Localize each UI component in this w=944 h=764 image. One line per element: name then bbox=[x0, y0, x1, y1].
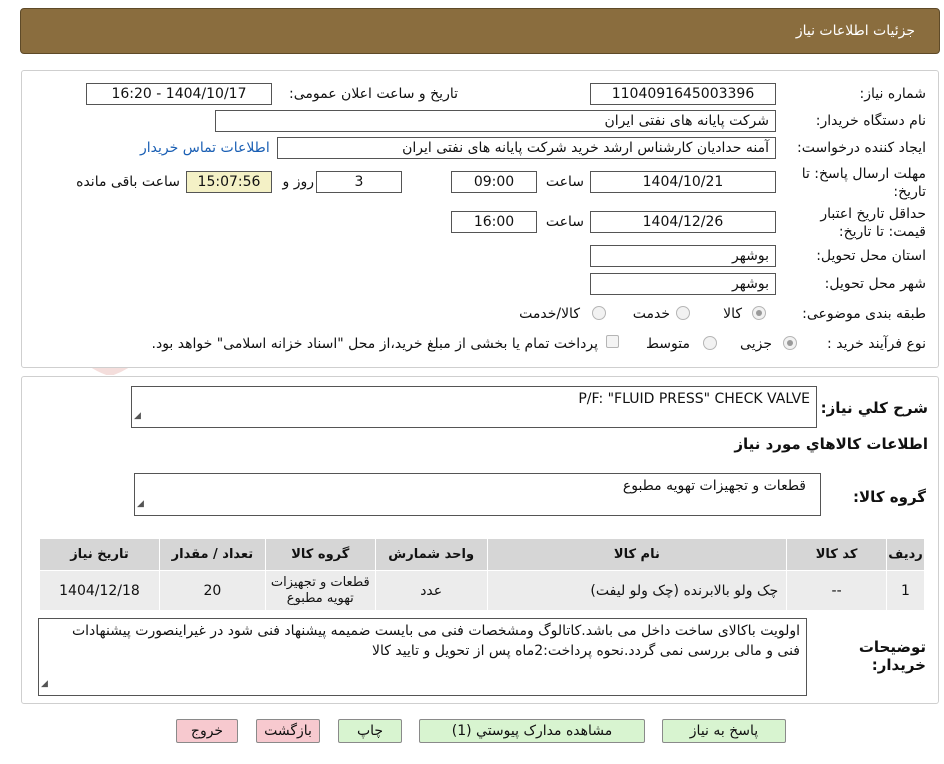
col-quantity: تعداد / مقدار bbox=[158, 538, 266, 571]
city-label: شهر محل تحویل: bbox=[824, 276, 926, 292]
validity-time-label: ساعت bbox=[545, 214, 584, 230]
col-need-date: تاریخ نیاز bbox=[39, 538, 160, 571]
requester-label: ایجاد کننده درخواست: bbox=[797, 140, 926, 156]
treasury-payment-note: پرداخت تمام یا بخشی از مبلغ خرید،از محل … bbox=[151, 336, 598, 352]
process-minor-radio[interactable] bbox=[783, 336, 797, 350]
category-goods-label: کالا bbox=[723, 306, 742, 322]
days-field: 3 bbox=[316, 171, 402, 193]
need-number-field: 1104091645003396 bbox=[590, 83, 776, 105]
validity-time-field: 16:00 bbox=[451, 211, 537, 233]
category-both-radio[interactable] bbox=[592, 306, 606, 320]
process-medium-radio[interactable] bbox=[703, 336, 717, 350]
summary-field: P/F: "FLUID PRESS" CHECK VALVE ◢ bbox=[131, 386, 817, 428]
col-goods-code: کد کالا bbox=[786, 538, 888, 571]
province-label: استان محل تحویل: bbox=[816, 248, 926, 264]
city-field: بوشهر bbox=[590, 273, 776, 295]
category-service-radio[interactable] bbox=[676, 306, 690, 320]
cell-row-number: 1 bbox=[886, 570, 925, 611]
category-both-label: کالا/خدمت bbox=[519, 306, 580, 322]
resize-grip-icon: ◢ bbox=[134, 411, 141, 421]
table-row: 1 -- چک ولو بالابرنده (چک ولو لیفت) عدد … bbox=[39, 570, 925, 611]
goods-group-text: قطعات و تجهیزات تهویه مطبوع bbox=[622, 478, 806, 494]
need-number-label: شماره نیاز: bbox=[859, 86, 927, 102]
cell-goods-name: چک ولو بالابرنده (چک ولو لیفت) bbox=[486, 570, 788, 611]
announce-label: تاریخ و ساعت اعلان عمومی: bbox=[289, 86, 458, 102]
summary-text: P/F: "FLUID PRESS" CHECK VALVE bbox=[578, 391, 810, 407]
buyer-contact-link[interactable]: اطلاعات تماس خریدار bbox=[140, 140, 270, 156]
buyer-notes-label-2: خریدار: bbox=[871, 656, 926, 674]
print-button[interactable]: چاپ bbox=[338, 719, 402, 743]
resize-grip-icon: ◢ bbox=[137, 499, 144, 509]
col-unit: واحد شمارش bbox=[374, 538, 488, 571]
province-field: بوشهر bbox=[590, 245, 776, 267]
deadline-label-2: تاریخ: bbox=[893, 184, 926, 200]
goods-table: ردیف کد کالا نام کالا واحد شمارش گروه کا… bbox=[39, 538, 925, 611]
page-header: جزئیات اطلاعات نیاز bbox=[20, 8, 940, 54]
announce-field: 1404/10/17 - 16:20 bbox=[86, 83, 272, 105]
deadline-time-label: ساعت bbox=[545, 174, 584, 190]
col-goods-group: گروه کالا bbox=[264, 538, 376, 571]
process-medium-label: متوسط bbox=[646, 336, 690, 352]
cell-goods-group: قطعات و تجهیزات تهویه مطبوع bbox=[264, 570, 376, 611]
category-goods-radio[interactable] bbox=[752, 306, 766, 320]
remaining-time-field: 15:07:56 bbox=[186, 171, 272, 193]
buyer-org-field: شرکت پایانه های نفتی ایران bbox=[215, 110, 776, 132]
goods-group-label: گروه کالا: bbox=[853, 488, 926, 506]
cell-quantity: 20 bbox=[158, 570, 266, 611]
page-title: جزئیات اطلاعات نیاز bbox=[795, 23, 915, 39]
requester-field: آمنه حدادیان کارشناس ارشد خرید شرکت پایا… bbox=[277, 137, 776, 159]
validity-label-2: قیمت: تا تاریخ: bbox=[838, 224, 926, 240]
cell-unit: عدد bbox=[374, 570, 488, 611]
deadline-time-field: 09:00 bbox=[451, 171, 537, 193]
validity-label: حداقل تاریخ اعتبار bbox=[820, 206, 926, 222]
cell-goods-code: -- bbox=[786, 570, 888, 611]
days-label: روز و bbox=[282, 174, 315, 190]
treasury-payment-checkbox[interactable] bbox=[606, 335, 619, 348]
cell-need-date: 1404/12/18 bbox=[39, 570, 160, 611]
category-label: طبقه بندی موضوعی: bbox=[802, 306, 926, 322]
back-button[interactable]: بازگشت bbox=[256, 719, 320, 743]
deadline-date-field: 1404/10/21 bbox=[590, 171, 776, 193]
buyer-notes-text: اولویت باکالای ساخت داخل می باشد.کاتالوگ… bbox=[71, 623, 800, 659]
deadline-label: مهلت ارسال پاسخ: تا bbox=[801, 166, 926, 182]
resize-grip-icon: ◢ bbox=[41, 679, 48, 689]
table-header-row: ردیف کد کالا نام کالا واحد شمارش گروه کا… bbox=[39, 538, 925, 571]
buyer-org-label: نام دستگاه خریدار: bbox=[815, 113, 926, 129]
goods-info-title: اطلاعات کالاهاي مورد نياز bbox=[734, 435, 928, 453]
view-attachments-button[interactable]: مشاهده مدارک پیوستي (1) bbox=[419, 719, 645, 743]
reply-button[interactable]: پاسخ به نیاز bbox=[662, 719, 786, 743]
process-minor-label: جزیی bbox=[740, 336, 772, 352]
category-service-label: خدمت bbox=[632, 306, 670, 322]
process-label: نوع فرآیند خرید : bbox=[827, 336, 926, 352]
col-goods-name: نام کالا bbox=[486, 538, 788, 571]
validity-date-field: 1404/12/26 bbox=[590, 211, 776, 233]
goods-group-field: قطعات و تجهیزات تهویه مطبوع ◢ bbox=[134, 473, 821, 516]
buyer-notes-label: توضیحات bbox=[858, 638, 926, 656]
summary-label: شرح کلي نياز: bbox=[820, 399, 928, 417]
exit-button[interactable]: خروج bbox=[176, 719, 238, 743]
remaining-label: ساعت باقی مانده bbox=[76, 174, 180, 190]
col-row-number: ردیف bbox=[886, 538, 925, 571]
buyer-notes-field: اولویت باکالای ساخت داخل می باشد.کاتالوگ… bbox=[38, 618, 807, 696]
